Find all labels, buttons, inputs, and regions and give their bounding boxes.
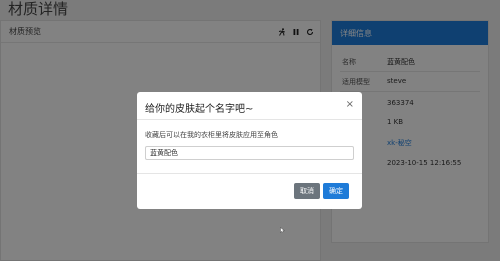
close-icon[interactable]: × [346,99,354,110]
modal-title: 给你的皮肤起个名字吧~ [145,104,254,115]
cancel-button[interactable]: 取消 [294,183,320,199]
skin-name-input[interactable] [145,146,354,160]
modal-body: 收藏后可以在我的衣柜里将皮肤应用至角色 [137,120,362,174]
modal-header: 给你的皮肤起个名字吧~ × [137,92,362,120]
name-skin-dialog: 给你的皮肤起个名字吧~ × 收藏后可以在我的衣柜里将皮肤应用至角色 取消 确定 [137,92,362,209]
confirm-button[interactable]: 确定 [323,183,349,199]
modal-description: 收藏后可以在我的衣柜里将皮肤应用至角色 [145,131,278,139]
mouse-cursor-icon [280,218,286,234]
modal-footer: 取消 确定 [137,174,362,209]
